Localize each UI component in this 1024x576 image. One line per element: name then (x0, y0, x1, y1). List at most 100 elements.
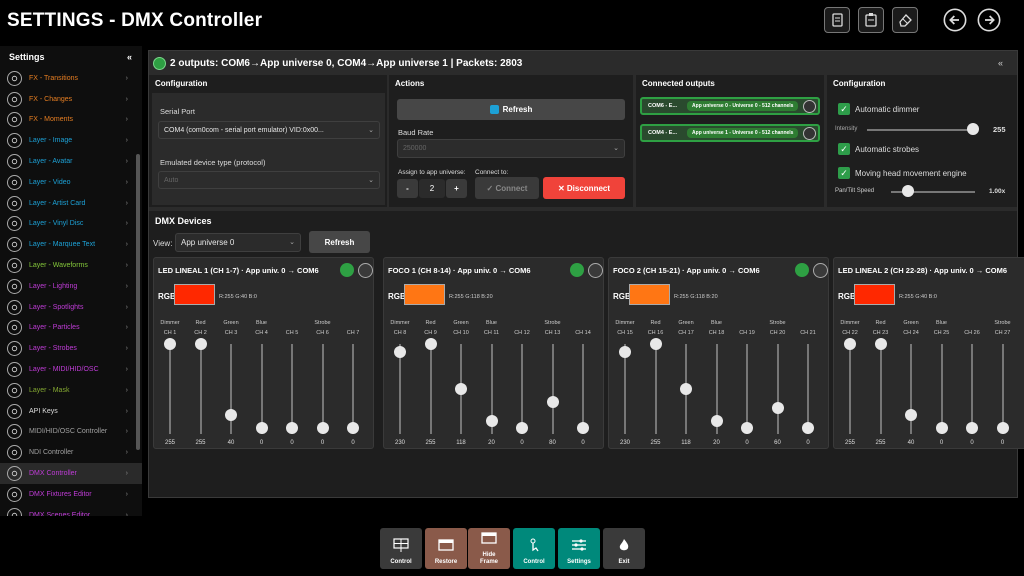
channel-fader-knob[interactable] (347, 422, 359, 434)
channel-fader-knob[interactable] (424, 338, 437, 350)
bottom-control-button[interactable]: Control (513, 528, 555, 569)
channel-fader-knob[interactable] (741, 422, 753, 434)
sidebar-item-fx-changes[interactable]: FX - Changes › (0, 89, 142, 110)
channel-fader-track[interactable] (199, 344, 202, 434)
sidebar-item-layer-mask[interactable]: Layer - Mask › (0, 380, 142, 401)
connect-button[interactable]: ✓ Connect (475, 177, 539, 199)
sidebar-item-layer-particles[interactable]: Layer - Particles › (0, 318, 142, 339)
sidebar-collapse-button[interactable]: « (127, 52, 132, 62)
channel-fader-track[interactable] (746, 344, 748, 434)
channel-fader-track[interactable] (776, 344, 779, 434)
sidebar-item-layer-marquee-text[interactable]: Layer - Marquee Text › (0, 234, 142, 255)
sidebar-item-midi-hid-osc-controller[interactable]: MIDI/HID/OSC Controller › (0, 422, 142, 443)
channel-fader-knob[interactable] (649, 338, 662, 350)
status-collapse-button[interactable]: « (998, 58, 1003, 68)
bottom-restore-button[interactable]: Restore (425, 528, 467, 569)
sidebar-item-layer-lighting[interactable]: Layer - Lighting › (0, 276, 142, 297)
universe-increment-button[interactable]: + (446, 179, 467, 198)
serial-port-select[interactable]: COM4 (com0com - serial port emulator) VI… (158, 121, 380, 139)
sidebar-item-api-keys[interactable]: API Keys › (0, 401, 142, 422)
intensity-slider-track[interactable] (867, 129, 973, 131)
channel-fader-knob[interactable] (935, 422, 948, 434)
channel-fader-knob[interactable] (194, 338, 207, 350)
channel-fader-knob[interactable] (619, 346, 631, 359)
bottom-settings-button[interactable]: Settings (558, 528, 600, 569)
channel-fader-track[interactable] (849, 344, 851, 434)
channel-fader-track[interactable] (551, 344, 554, 434)
sidebar-item-layer-image[interactable]: Layer - Image › (0, 130, 142, 151)
channel-fader-knob[interactable] (844, 338, 856, 350)
channel-fader-track[interactable] (582, 344, 584, 434)
channel-fader-track[interactable] (260, 344, 263, 434)
channel-fader-track[interactable] (879, 344, 882, 434)
channel-fader-knob[interactable] (485, 415, 498, 428)
channel-fader-knob[interactable] (546, 395, 559, 408)
channel-fader-knob[interactable] (516, 422, 528, 434)
baud-rate-select[interactable]: 250000 ⌄ (397, 139, 625, 158)
channel-fader-knob[interactable] (771, 402, 784, 415)
channel-fader-knob[interactable] (255, 422, 268, 434)
channel-fader-knob[interactable] (455, 383, 467, 396)
universe-decrement-button[interactable]: - (397, 179, 418, 198)
sidebar-item-layer-avatar[interactable]: Layer - Avatar › (0, 151, 142, 172)
sidebar-item-layer-vinyl-disc[interactable]: Layer - Vinyl Disc › (0, 214, 142, 235)
view-select[interactable]: App universe 0 ⌄ (175, 233, 301, 252)
sidebar-item-dmx-fixtures-editor[interactable]: DMX Fixtures Editor › (0, 484, 142, 505)
channel-fader-track[interactable] (940, 344, 943, 434)
channel-fader-track[interactable] (971, 344, 973, 434)
channel-fader-knob[interactable] (996, 422, 1009, 434)
sidebar-scrollbar[interactable] (136, 154, 140, 450)
bottom-control-button[interactable]: Control (380, 528, 422, 569)
channel-fader-knob[interactable] (680, 383, 692, 396)
channel-fader-knob[interactable] (874, 338, 887, 350)
channel-fader-track[interactable] (807, 344, 809, 434)
sidebar-item-layer-spotlights[interactable]: Layer - Spotlights › (0, 297, 142, 318)
universe-stepper-value[interactable]: 2 (419, 179, 445, 198)
intensity-slider-knob[interactable] (967, 123, 979, 135)
channel-fader-track[interactable] (321, 344, 324, 434)
pan-tilt-slider-knob[interactable] (901, 185, 914, 197)
dmx-refresh-button[interactable]: Refresh (309, 231, 370, 253)
gear-icon[interactable] (803, 100, 816, 113)
moving-head-checkbox[interactable]: ✓ (838, 167, 850, 179)
sidebar-item-layer-artist-card[interactable]: Layer - Artist Card › (0, 193, 142, 214)
sidebar-item-layer-strobes[interactable]: Layer - Strobes › (0, 338, 142, 359)
channel-fader-track[interactable] (291, 344, 293, 434)
channel-fader-knob[interactable] (802, 422, 814, 434)
sidebar-item-fx-transitions[interactable]: FX - Transitions › (0, 68, 142, 89)
forward-button[interactable] (976, 7, 1002, 33)
sidebar-item-fx-moments[interactable]: FX - Moments › (0, 110, 142, 131)
sidebar-item-dmx-scenes-editor[interactable]: DMX Scenes Editor › (0, 505, 142, 516)
channel-fader-track[interactable] (169, 344, 171, 434)
back-button[interactable] (942, 7, 968, 33)
channel-fader-track[interactable] (352, 344, 354, 434)
channel-fader-track[interactable] (521, 344, 523, 434)
channel-fader-track[interactable] (429, 344, 432, 434)
channel-fader-knob[interactable] (316, 422, 329, 434)
channel-fader-knob[interactable] (225, 408, 237, 421)
channel-fader-knob[interactable] (966, 422, 978, 434)
sidebar-item-ndi-controller[interactable]: NDI Controller › (0, 442, 142, 463)
emulated-device-select[interactable]: Auto ⌄ (158, 171, 380, 189)
sidebar-item-layer-video[interactable]: Layer - Video › (0, 172, 142, 193)
channel-fader-knob[interactable] (394, 346, 406, 359)
clear-button[interactable] (892, 7, 918, 33)
sidebar-item-layer-midi-hid-osc[interactable]: Layer - MIDI/HID/OSC › (0, 359, 142, 380)
channel-fader-knob[interactable] (905, 408, 917, 421)
paste-button[interactable] (858, 7, 884, 33)
channel-fader-knob[interactable] (710, 415, 723, 428)
disconnect-button[interactable]: ✕ Disconnect (543, 177, 625, 199)
channel-fader-knob[interactable] (164, 338, 176, 350)
channel-fader-knob[interactable] (286, 422, 298, 434)
sidebar-item-layer-waveforms[interactable]: Layer - Waveforms › (0, 255, 142, 276)
automatic-dimmer-checkbox[interactable]: ✓ (838, 103, 850, 115)
channel-fader-track[interactable] (654, 344, 657, 434)
automatic-strobes-checkbox[interactable]: ✓ (838, 143, 850, 155)
connected-output-row[interactable]: COM4 - E... App universe 1 - Universe 0 … (640, 124, 820, 142)
sidebar-item-dmx-controller[interactable]: DMX Controller › (0, 463, 142, 484)
bottom-exit-button[interactable]: Exit (603, 528, 645, 569)
gear-icon[interactable] (803, 127, 816, 140)
copy-button[interactable] (824, 7, 850, 33)
channel-fader-track[interactable] (1001, 344, 1004, 434)
refresh-ports-button[interactable]: Refresh (397, 99, 625, 120)
